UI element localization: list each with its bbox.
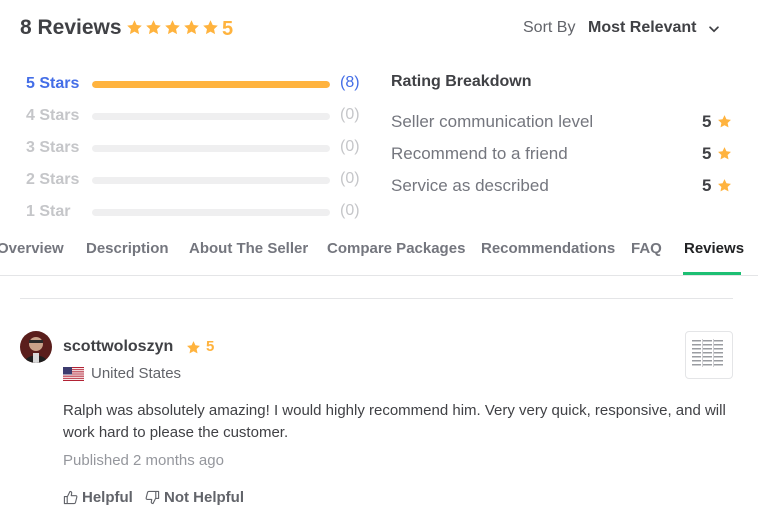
thumbs-down-icon [145,490,160,505]
header-rating-score: 5 [222,18,234,40]
rating-breakdown-title: Rating Breakdown [391,73,532,90]
chevron-down-icon[interactable] [707,22,721,36]
star-filter-label: 3 Stars [26,139,80,156]
star-filter-count: (0) [340,202,360,219]
helpful-button[interactable]: Helpful [63,489,133,506]
star-filter-4: 4 Stars (0) [26,106,366,126]
rating-item-label: Recommend to a friend [391,144,568,163]
tab-about-the-seller[interactable]: About The Seller [189,240,308,257]
star-filter-count: (0) [340,170,360,187]
rating-item: Service as described 5 [391,176,733,198]
helpful-label: Helpful [82,489,133,506]
star-icon [145,19,162,36]
us-flag-icon [63,367,84,381]
star-filter-5[interactable]: 5 Stars (8) [26,74,366,94]
star-filter-label: 4 Stars [26,107,80,124]
sort-by-label: Sort By [523,19,576,36]
tab-overview[interactable]: Overview [0,240,64,257]
tab-compare-packages[interactable]: Compare Packages [327,240,465,257]
review-username[interactable]: scottwoloszyn [63,338,173,356]
star-progress-bar [92,113,330,120]
rating-item-label: Seller communication level [391,112,594,131]
tab-faq[interactable]: FAQ [631,240,662,257]
star-filter-count: (8) [340,74,360,91]
review-delivery-thumbnail[interactable] [685,331,733,379]
star-filter-3: 3 Stars (0) [26,138,366,158]
star-filter-label: 5 Stars [26,75,80,92]
rating-item-value: 5 [702,144,712,163]
star-filter-label: 1 Star [26,203,71,220]
tab-recommendations[interactable]: Recommendations [481,240,615,257]
star-filter-2: 2 Stars (0) [26,170,366,190]
star-icon [717,146,732,161]
rating-item-value: 5 [702,112,712,131]
star-progress-bar [92,209,330,216]
reviews-title: 8 Reviews [20,16,122,39]
star-icon [717,178,732,193]
star-progress-fill [92,81,330,88]
tab-bar: Overview Description About The Seller Co… [0,232,758,276]
star-progress-bar [92,177,330,184]
divider [20,298,733,299]
active-tab-indicator [683,272,741,275]
review-published-date: Published 2 months ago [63,452,224,469]
review-text: Ralph was absolutely amazing! I would hi… [63,402,726,441]
header-rating-stars [126,19,219,36]
not-helpful-label: Not Helpful [164,489,244,506]
star-icon [126,19,143,36]
not-helpful-button[interactable]: Not Helpful [145,489,244,506]
star-filter-count: (0) [340,106,360,123]
rating-item: Recommend to a friend 5 [391,144,733,166]
review-score: 5 [206,338,215,355]
sort-by-dropdown[interactable]: Most Relevant [588,19,696,37]
star-icon [186,340,201,355]
rating-item-value: 5 [702,176,712,195]
star-icon [183,19,200,36]
star-filter-count: (0) [340,138,360,155]
tab-description[interactable]: Description [86,240,169,257]
avatar [20,331,52,363]
star-icon [164,19,181,36]
reviewer-country: United States [91,365,182,382]
star-progress-bar [92,145,330,152]
star-icon [717,114,732,129]
rating-item-label: Service as described [391,176,549,195]
rating-item: Seller communication level 5 [391,112,733,134]
tab-reviews[interactable]: Reviews [684,240,744,257]
star-icon [202,19,219,36]
star-filter-label: 2 Stars [26,171,80,188]
star-filter-1: 1 Star (0) [26,202,366,222]
thumbs-up-icon [63,490,78,505]
star-progress-bar [92,81,330,88]
